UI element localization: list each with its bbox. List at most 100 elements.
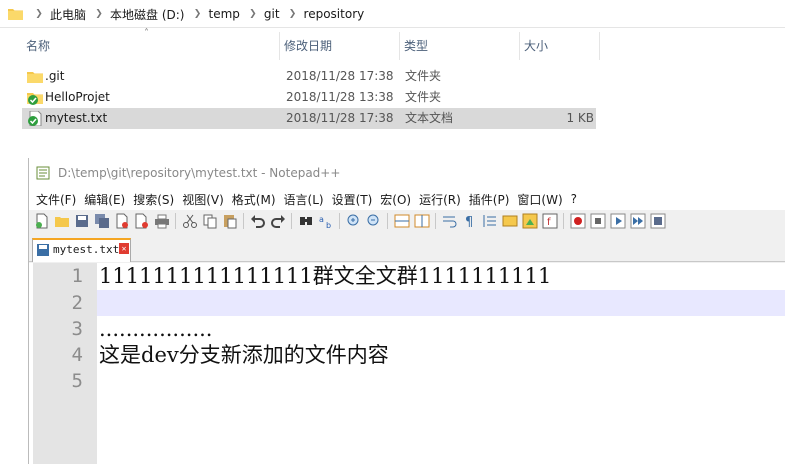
notepad-window: D:\temp\git\repository\mytest.txt - Note… xyxy=(28,158,785,464)
replace-icon[interactable]: ab xyxy=(318,213,334,229)
toolbar: ab ¶ f xyxy=(29,210,785,234)
redo-icon[interactable] xyxy=(270,213,286,229)
file-row-selected[interactable]: mytest.txt 2018/11/28 17:38 文本文档 1 KB xyxy=(22,108,596,129)
toolbar-separator xyxy=(175,213,176,229)
line-number-gutter: 1 2 3 4 5 xyxy=(33,263,97,464)
title-bar[interactable]: D:\temp\git\repository\mytest.txt - Note… xyxy=(29,158,785,188)
current-line-highlight xyxy=(97,290,785,316)
user-defined-lang-icon[interactable] xyxy=(502,213,518,229)
menu-search[interactable]: 搜索(S) xyxy=(130,191,179,208)
chevron-right-icon: ❯ xyxy=(288,9,297,19)
cut-icon[interactable] xyxy=(182,213,198,229)
save-icon[interactable] xyxy=(74,213,90,229)
folder-icon xyxy=(8,9,23,20)
new-file-icon[interactable] xyxy=(34,213,50,229)
column-header-name[interactable]: 名称 xyxy=(22,32,280,60)
file-row[interactable]: .git 2018/11/28 17:38 文件夹 xyxy=(22,66,596,87)
window-title: D:\temp\git\repository\mytest.txt - Note… xyxy=(58,166,341,180)
find-icon[interactable] xyxy=(298,213,314,229)
line-number: 1 xyxy=(71,265,83,287)
file-name: mytest.txt xyxy=(45,111,108,125)
open-file-icon[interactable] xyxy=(54,213,70,229)
sync-vertical-icon[interactable] xyxy=(394,213,410,229)
menu-run[interactable]: 运行(R) xyxy=(416,191,466,208)
notepad-app-icon xyxy=(36,166,50,180)
doc-map-icon[interactable] xyxy=(522,213,538,229)
sync-horizontal-icon[interactable] xyxy=(414,213,430,229)
address-bar[interactable]: ❯ 此电脑 ❯ 本地磁盘 (D:) ❯ temp ❯ git ❯ repository xyxy=(0,0,785,28)
file-type: 文件夹 xyxy=(405,69,442,83)
editor-area[interactable]: 1 2 3 4 5 1111111111111111群文全文群111111111… xyxy=(29,263,785,464)
line-number: 3 xyxy=(71,318,83,340)
line-number: 4 xyxy=(71,344,83,366)
save-macro-icon[interactable] xyxy=(650,213,666,229)
show-all-chars-icon[interactable]: ¶ xyxy=(462,213,478,229)
menu-file[interactable]: 文件(F) xyxy=(33,191,81,208)
code-line: 1111111111111111群文全文群1111111111 xyxy=(99,264,552,288)
paste-icon[interactable] xyxy=(222,213,238,229)
svg-text:a: a xyxy=(319,215,324,224)
saved-file-icon xyxy=(37,244,49,256)
word-wrap-icon[interactable] xyxy=(442,213,458,229)
menu-window[interactable]: 窗口(W) xyxy=(514,191,567,208)
tab-mytest[interactable]: mytest.txt ✕ xyxy=(32,238,131,262)
indent-guide-icon[interactable] xyxy=(482,213,498,229)
close-all-icon[interactable] xyxy=(134,213,150,229)
record-macro-icon[interactable] xyxy=(570,213,586,229)
line-number: 2 xyxy=(71,292,83,314)
toolbar-separator xyxy=(435,213,436,229)
menu-format[interactable]: 格式(M) xyxy=(229,191,281,208)
breadcrumb-item[interactable]: 本地磁盘 (D:) xyxy=(108,6,188,23)
column-header-date[interactable]: 修改日期 xyxy=(280,32,400,60)
menu-edit[interactable]: 编辑(E) xyxy=(81,191,130,208)
menu-settings[interactable]: 设置(T) xyxy=(329,191,378,208)
file-list-header: ˄ 名称 修改日期 类型 大小 xyxy=(22,28,600,60)
file-name: HelloProjet xyxy=(45,90,110,104)
toolbar-separator xyxy=(339,213,340,229)
menu-macro[interactable]: 宏(O) xyxy=(377,191,416,208)
breadcrumb-item[interactable]: 此电脑 xyxy=(48,6,90,23)
menu-language[interactable]: 语言(L) xyxy=(281,191,329,208)
menu-plugins[interactable]: 插件(P) xyxy=(466,191,515,208)
menu-help[interactable]: ? xyxy=(568,192,582,206)
menu-bar: 文件(F) 编辑(E) 搜索(S) 视图(V) 格式(M) 语言(L) 设置(T… xyxy=(29,188,785,210)
file-type: 文本文档 xyxy=(405,111,454,125)
file-date: 2018/11/28 17:38 xyxy=(286,69,394,83)
line-number: 5 xyxy=(71,370,83,392)
git-file-icon xyxy=(28,111,42,126)
breadcrumb-item[interactable]: git xyxy=(262,7,284,21)
breadcrumb-item[interactable]: temp xyxy=(206,7,243,21)
breadcrumb: ❯ 此电脑 ❯ 本地磁盘 (D:) ❯ temp ❯ git ❯ repository xyxy=(30,6,368,22)
code-line: 这是dev分支新添加的文件内容 xyxy=(99,343,389,367)
play-macro-icon[interactable] xyxy=(610,213,626,229)
svg-text:f: f xyxy=(547,217,551,228)
code-line: ................. xyxy=(99,317,213,341)
breadcrumb-item[interactable]: repository xyxy=(302,7,369,21)
save-all-icon[interactable] xyxy=(94,213,110,229)
zoom-in-icon[interactable] xyxy=(346,213,362,229)
column-header-size[interactable]: 大小 xyxy=(520,32,600,60)
chevron-right-icon: ❯ xyxy=(193,9,202,19)
toolbar-separator xyxy=(291,213,292,229)
toolbar-separator xyxy=(243,213,244,229)
print-icon[interactable] xyxy=(154,213,170,229)
menu-view[interactable]: 视图(V) xyxy=(179,191,229,208)
stop-macro-icon[interactable] xyxy=(590,213,606,229)
function-list-icon[interactable]: f xyxy=(542,213,558,229)
file-size xyxy=(522,66,594,87)
file-date: 2018/11/28 17:38 xyxy=(286,111,394,125)
toolbar-separator xyxy=(387,213,388,229)
folder-icon xyxy=(27,72,43,83)
file-row[interactable]: HelloProjet 2018/11/28 13:38 文件夹 xyxy=(22,87,596,108)
column-header-type[interactable]: 类型 xyxy=(400,32,520,60)
tab-bar: mytest.txt ✕ xyxy=(29,234,785,262)
file-type: 文件夹 xyxy=(405,90,442,104)
close-file-icon[interactable] xyxy=(114,213,130,229)
chevron-right-icon: ❯ xyxy=(249,9,257,19)
run-macro-multiple-icon[interactable] xyxy=(630,213,646,229)
zoom-out-icon[interactable] xyxy=(366,213,382,229)
close-tab-icon[interactable]: ✕ xyxy=(119,243,129,254)
undo-icon[interactable] xyxy=(250,213,266,229)
copy-icon[interactable] xyxy=(202,213,218,229)
file-size xyxy=(522,87,594,108)
